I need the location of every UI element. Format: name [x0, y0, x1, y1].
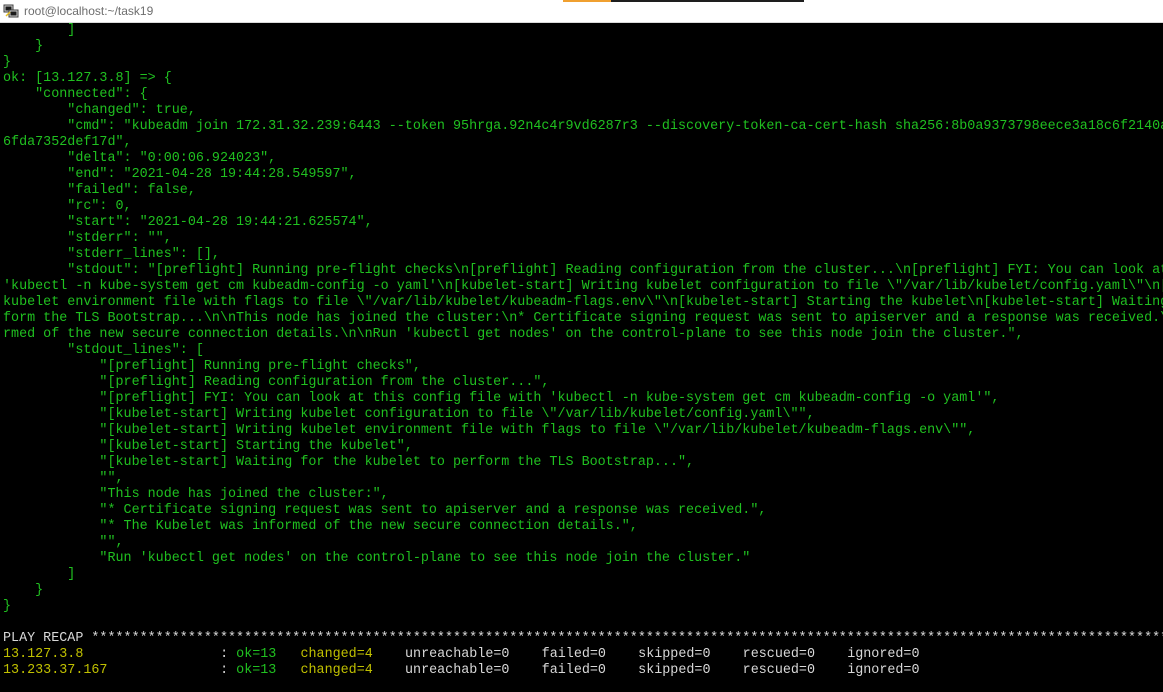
terminal-line: "cmd": "kubeadm join 172.31.32.239:6443 … — [3, 119, 1163, 134]
title-dark-strip — [611, 0, 804, 2]
terminal-line: "delta": "0:00:06.924023", — [3, 151, 277, 166]
recap-sep: : — [220, 663, 229, 678]
play-recap-rows: 13.127.3.8: ok=13 changed=4 unreachable=0 fa… — [3, 647, 1163, 679]
title-bar[interactable]: root@localhost:~/task19 — [0, 0, 1163, 23]
recap-rescued: rescued=0 — [742, 663, 815, 678]
terminal-line: "connected": { — [3, 87, 148, 102]
recap-failed: failed=0 — [541, 647, 606, 662]
terminal-line: rmed of the new secure connection detail… — [3, 327, 1024, 342]
recap-skipped: skipped=0 — [638, 647, 711, 662]
terminal-line: } — [3, 55, 12, 70]
recap-ok: ok=13 — [236, 663, 277, 678]
terminal-line: kubelet environment file with flags to f… — [3, 295, 1163, 310]
terminal-line: "[preflight] Reading configuration from … — [3, 375, 550, 390]
recap-row: 13.127.3.8: ok=13 changed=4 unreachable=0 fa… — [3, 647, 1163, 663]
terminal-line: } — [3, 583, 44, 598]
putty-terminal-icon — [3, 4, 19, 18]
recap-sep: : — [220, 647, 229, 662]
terminal-line: "Run 'kubectl get nodes' on the control-… — [3, 551, 751, 566]
recap-failed: failed=0 — [541, 663, 606, 678]
terminal-line: 'kubectl -n kube-system get cm kubeadm-c… — [3, 279, 1163, 294]
recap-unreachable: unreachable=0 — [405, 663, 510, 678]
terminal-output[interactable]: ] }} ok: [13.127.3.8] => { "connected": {… — [3, 23, 1163, 692]
window-title: root@localhost:~/task19 — [24, 4, 154, 18]
recap-unreachable: unreachable=0 — [405, 647, 510, 662]
terminal-line: "", — [3, 535, 124, 550]
recap-changed: changed=4 — [300, 647, 373, 662]
terminal-line: } — [3, 599, 12, 614]
terminal-line: "stderr_lines": [], — [3, 247, 220, 262]
terminal-line: "* The Kubelet was informed of the new s… — [3, 519, 638, 534]
terminal-line: } — [3, 39, 44, 54]
terminal-line: "rc": 0, — [3, 199, 132, 214]
terminal-line: "[preflight] FYI: You can look at this c… — [3, 391, 1000, 406]
recap-ok: ok=13 — [236, 647, 277, 662]
recap-ignored: ignored=0 — [847, 663, 920, 678]
terminal-line: "stdout_lines": [ — [3, 343, 204, 358]
terminal-line: ] — [3, 23, 76, 38]
terminal-line: "failed": false, — [3, 183, 196, 198]
terminal-line: ] — [3, 567, 76, 582]
terminal-line: "[kubelet-start] Writing kubelet configu… — [3, 407, 815, 422]
terminal-line: "[preflight] Running pre-flight checks", — [3, 359, 421, 374]
terminal-line: "[kubelet-start] Writing kubelet environ… — [3, 423, 976, 438]
terminal-line: "stdout": "[preflight] Running pre-fligh… — [3, 263, 1163, 278]
recap-host: 13.127.3.8 — [3, 647, 84, 662]
terminal-window: root@localhost:~/task19 ] }} ok: [13.127.… — [0, 0, 1163, 692]
title-accent-strip — [563, 0, 611, 2]
recap-ignored: ignored=0 — [847, 647, 920, 662]
terminal-line: "stderr": "", — [3, 231, 172, 246]
terminal-line: "* Certificate signing request was sent … — [3, 503, 767, 518]
terminal-line: 6fda7352def17d", — [3, 135, 132, 150]
terminal-line: "", — [3, 471, 124, 486]
play-recap-header: PLAY RECAP *****************************… — [3, 631, 1163, 646]
terminal-line: ok: [13.127.3.8] => { — [3, 71, 172, 86]
output-lines: ] }} ok: [13.127.3.8] => { "connected": {… — [3, 23, 1163, 631]
recap-host: 13.233.37.167 — [3, 663, 108, 678]
recap-skipped: skipped=0 — [638, 663, 711, 678]
recap-changed: changed=4 — [300, 663, 373, 678]
terminal-line: "changed": true, — [3, 103, 196, 118]
terminal-line: form the TLS Bootstrap...\n\nThis node h… — [3, 311, 1163, 326]
terminal-line: "This node has joined the cluster:", — [3, 487, 389, 502]
terminal-line: "[kubelet-start] Waiting for the kubelet… — [3, 455, 695, 470]
recap-rescued: rescued=0 — [742, 647, 815, 662]
terminal-line: "[kubelet-start] Starting the kubelet", — [3, 439, 413, 454]
terminal-line: "start": "2021-04-28 19:44:21.625574", — [3, 215, 373, 230]
recap-row: 13.233.37.167: ok=13 changed=4 unreachable=… — [3, 663, 1163, 679]
terminal-line: "end": "2021-04-28 19:44:28.549597", — [3, 167, 357, 182]
